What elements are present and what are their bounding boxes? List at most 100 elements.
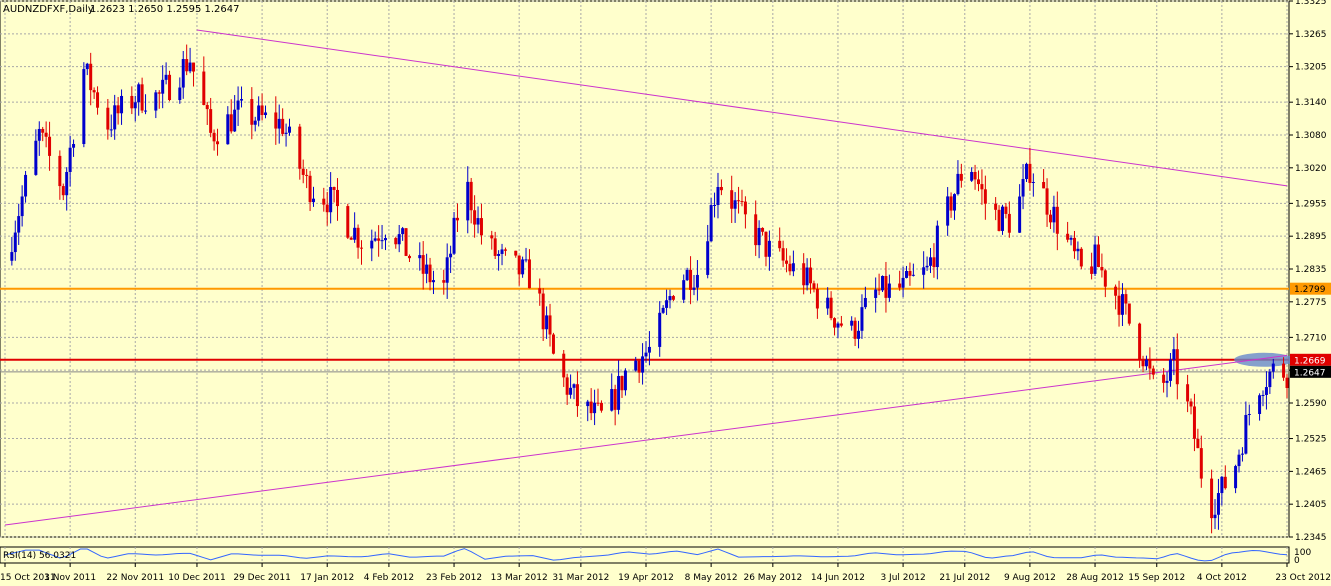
candle-body bbox=[1210, 478, 1214, 519]
candle-body bbox=[178, 87, 182, 101]
candle-body bbox=[181, 59, 185, 88]
candle-body bbox=[394, 238, 398, 245]
candle-body bbox=[905, 270, 909, 278]
x-tick-label: 23 Feb 2012 bbox=[426, 573, 482, 583]
candle-body bbox=[617, 376, 621, 410]
candle-body bbox=[13, 232, 17, 253]
candle-body bbox=[377, 238, 381, 241]
candle-body bbox=[1120, 294, 1124, 315]
candle-body bbox=[925, 265, 929, 268]
y-tick-label: 1.3080 bbox=[1295, 131, 1327, 141]
candle-body bbox=[572, 384, 576, 388]
candle-body bbox=[812, 283, 816, 289]
candle-body bbox=[935, 225, 939, 268]
candle-body bbox=[1042, 181, 1046, 189]
y-tick-label: 1.2895 bbox=[1295, 232, 1327, 242]
rsi-label: RSI(14) 56.0321 bbox=[3, 551, 76, 561]
candle-body bbox=[637, 360, 641, 373]
candle-body bbox=[281, 118, 285, 134]
candle-body bbox=[89, 63, 93, 91]
candle-body bbox=[205, 104, 209, 110]
candle-body bbox=[1175, 349, 1179, 385]
candle-body bbox=[767, 240, 771, 257]
candle-body bbox=[983, 189, 987, 204]
candle-body bbox=[719, 186, 723, 191]
candle-body bbox=[953, 194, 957, 211]
x-tick-label: 19 Apr 2012 bbox=[618, 573, 674, 583]
candle-body bbox=[370, 240, 374, 249]
candle-body bbox=[1213, 514, 1217, 519]
candle-body bbox=[733, 200, 737, 209]
candle-body bbox=[980, 184, 984, 190]
y-tick-label: 1.2775 bbox=[1295, 298, 1327, 308]
candle-body bbox=[212, 132, 216, 142]
candle-body bbox=[349, 237, 353, 240]
candle-body bbox=[860, 307, 864, 331]
y-tick-label: 1.3265 bbox=[1295, 30, 1327, 40]
candle-body bbox=[20, 196, 24, 217]
candle-body bbox=[1055, 206, 1059, 234]
candle-body bbox=[709, 205, 713, 242]
candle-body bbox=[257, 105, 261, 121]
candle-body bbox=[476, 218, 480, 225]
candle-body bbox=[113, 105, 117, 130]
x-tick-label: 23 Oct 2012 bbox=[1275, 573, 1331, 583]
candle-body bbox=[1024, 163, 1028, 180]
candle-body bbox=[959, 173, 963, 181]
candle-body bbox=[517, 255, 521, 275]
candle-body bbox=[661, 307, 665, 313]
x-tick-label: 22 Nov 2011 bbox=[106, 573, 164, 583]
candle-body bbox=[421, 255, 425, 274]
candle-body bbox=[346, 206, 350, 238]
candle-body bbox=[1114, 286, 1118, 296]
candle-body bbox=[877, 289, 881, 291]
candle-body bbox=[671, 296, 675, 300]
candle-body bbox=[1000, 206, 1004, 231]
axes: 1.3325 1.3265 1.3205 1.3140 1.3080 1.3020 1.29… bbox=[0, 0, 1331, 583]
candle-body bbox=[130, 95, 134, 109]
candle-body bbox=[445, 257, 449, 283]
candle-body bbox=[1052, 206, 1056, 223]
candle-body bbox=[929, 257, 933, 266]
candle-body bbox=[565, 377, 569, 395]
candle-body bbox=[277, 118, 281, 129]
candle-body bbox=[1072, 237, 1076, 252]
x-tick-label: 29 Dec 2011 bbox=[233, 573, 291, 583]
candle-body bbox=[85, 63, 89, 70]
candle-body bbox=[761, 227, 765, 232]
candle-body bbox=[264, 112, 268, 116]
candle-body bbox=[356, 227, 360, 248]
x-tick-label: 15 Sep 2012 bbox=[1128, 573, 1185, 583]
candle-body bbox=[620, 376, 624, 391]
candle-body bbox=[857, 330, 861, 339]
candle-body bbox=[82, 69, 86, 145]
candle-body bbox=[335, 189, 339, 207]
y-tick-label: 1.3140 bbox=[1295, 98, 1327, 108]
candle-body bbox=[373, 238, 377, 241]
candle-body bbox=[853, 320, 857, 339]
candle-body bbox=[599, 402, 603, 411]
candle-body bbox=[240, 99, 244, 101]
candle-body bbox=[308, 175, 312, 203]
candle-body bbox=[785, 260, 789, 264]
candle-body bbox=[1261, 394, 1265, 396]
candle-body bbox=[44, 132, 48, 137]
candle-body bbox=[836, 323, 840, 328]
candle-body bbox=[353, 227, 357, 240]
candle-body bbox=[922, 267, 926, 275]
candle-body bbox=[96, 92, 100, 108]
candle-body bbox=[322, 198, 326, 205]
candle-body bbox=[695, 274, 699, 288]
candle-body bbox=[168, 74, 172, 101]
candle-body bbox=[428, 264, 432, 283]
y-tick-label: 1.2525 bbox=[1295, 435, 1327, 445]
price-label-text: 1.2799 bbox=[1294, 285, 1326, 295]
candle-body bbox=[1079, 248, 1083, 267]
y-tick-label: 1.3020 bbox=[1295, 164, 1327, 174]
candle-body bbox=[209, 109, 213, 133]
y-tick-label: 1.2465 bbox=[1295, 467, 1327, 477]
candle-body bbox=[548, 315, 552, 335]
trendline bbox=[4, 354, 1288, 526]
candle-body bbox=[976, 179, 980, 185]
candle-body bbox=[778, 240, 782, 249]
